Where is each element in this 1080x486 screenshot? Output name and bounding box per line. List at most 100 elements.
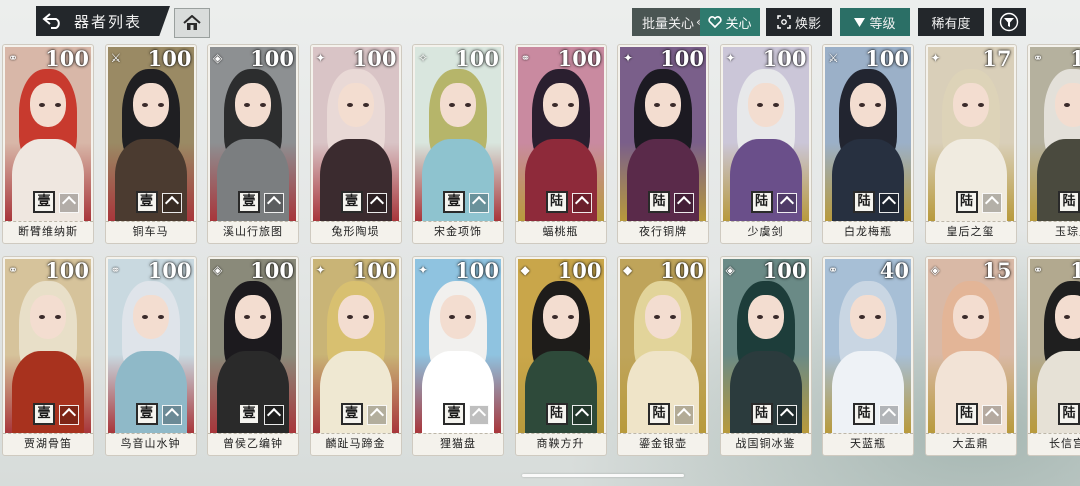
card-name: 蝠桃瓶 — [542, 225, 579, 238]
scroll-indicator[interactable] — [522, 474, 684, 477]
rarity-sort-label: 稀有度 — [931, 16, 971, 32]
portrait-eye — [756, 315, 763, 319]
care-mark-icon — [879, 405, 899, 425]
page-title: 器者列表 — [74, 12, 143, 31]
character-card[interactable]: ⚭ 100 陆玉琮王 — [1027, 44, 1080, 244]
card-name: 鸟音山水钟 — [120, 437, 181, 450]
character-card[interactable]: ⚔ 100 壹铜车马 — [104, 44, 197, 244]
character-card[interactable]: ⚭ 40 陆天蓝瓶 — [822, 256, 914, 456]
perforation-divider — [413, 433, 503, 434]
perforation-divider — [618, 221, 708, 222]
character-card[interactable]: ⚭ 100 壹贾湖骨笛 — [2, 256, 94, 456]
care-mark-icon — [469, 405, 489, 425]
character-card[interactable]: ⚔ 100 陆白龙梅瓶 — [822, 44, 914, 244]
care-mark-icon — [469, 193, 489, 213]
batch-care-label: 批量关心 — [642, 16, 695, 32]
character-card[interactable]: ⚭ 100 壹鸟音山水钟 — [104, 256, 197, 456]
element-type-icon: ✧ — [418, 51, 429, 65]
card-level: 100 — [352, 46, 397, 71]
portrait-eye — [244, 315, 250, 319]
card-name: 战国铜冰鉴 — [735, 437, 796, 450]
character-card[interactable]: ⚭ 100 陆长信宫灯 — [1027, 256, 1080, 456]
rank-badge: 陆 — [1058, 403, 1080, 425]
rarity-sort-button[interactable]: 稀有度 — [918, 8, 984, 36]
character-card[interactable]: ◆ 100 陆鎏金银壶 — [617, 256, 709, 456]
character-card[interactable]: ✦ 100 壹麟趾马蹄金 — [309, 256, 402, 456]
portrait-eye — [551, 315, 558, 319]
card-level: 100 — [250, 258, 294, 283]
care-button[interactable]: 关心 — [700, 8, 760, 36]
care-mark-icon — [161, 193, 182, 213]
card-level: 100 — [455, 258, 499, 283]
rank-badge: 壹 — [238, 403, 260, 425]
rank-badge: 陆 — [545, 191, 568, 213]
character-card[interactable]: ◆ 100 陆商鞅方升 — [514, 256, 607, 456]
character-card[interactable]: ◈ 100 壹曾侯乙编钟 — [207, 256, 299, 456]
card-level: 100 — [147, 258, 192, 283]
triangle-down-icon — [854, 17, 866, 27]
rank-badge: 壹 — [135, 191, 158, 213]
portrait-eye — [859, 315, 865, 319]
filter-button[interactable] — [992, 8, 1026, 36]
element-type-icon: ✦ — [623, 51, 634, 65]
portrait-eye — [1064, 315, 1070, 319]
portrait-eye — [465, 315, 471, 319]
portrait-eye — [875, 103, 881, 107]
portrait-eye — [654, 103, 660, 107]
portrait-eye — [260, 103, 266, 107]
portrait-eye — [567, 103, 574, 107]
portrait-eye — [157, 103, 164, 107]
skin-toggle-button[interactable]: 焕影 — [766, 8, 832, 36]
element-type-icon: ⚔ — [110, 51, 122, 65]
care-mark-icon — [571, 193, 592, 213]
element-type-icon: ⚭ — [8, 263, 19, 277]
care-mark-icon — [59, 193, 79, 213]
rank-badge: 陆 — [1058, 191, 1080, 213]
card-level: 15 — [982, 258, 1012, 283]
character-card[interactable]: ✦ 100 陆少虞剑 — [719, 44, 812, 244]
home-icon — [183, 15, 201, 30]
character-card[interactable]: ◈ 100 壹溪山行旅图 — [207, 44, 299, 244]
portrait-eye — [55, 103, 61, 107]
card-name: 断臂维纳斯 — [18, 225, 78, 238]
character-card[interactable]: ⚭ 100 陆蝠桃瓶 — [514, 44, 607, 244]
element-type-icon: ⚭ — [8, 51, 19, 65]
card-name: 溪山行旅图 — [223, 225, 283, 238]
character-card[interactable]: ✦ 100 陆夜行铜牌 — [617, 44, 709, 244]
portrait-eye — [141, 103, 148, 107]
rank-badge: 壹 — [135, 403, 158, 425]
perforation-divider — [618, 433, 708, 434]
card-level: 100 — [762, 258, 807, 283]
portrait-eye — [756, 103, 763, 107]
perforation-divider — [925, 433, 1016, 434]
care-label: 关心 — [725, 16, 752, 32]
character-card[interactable]: ◈ 100 陆战国铜冰鉴 — [719, 256, 812, 456]
level-sort-label: 等级 — [869, 16, 896, 32]
home-button[interactable] — [174, 8, 210, 38]
portrait-eye — [449, 315, 455, 319]
perforation-divider — [720, 221, 811, 222]
card-name: 宋金项饰 — [434, 225, 482, 238]
portrait-eye — [670, 103, 676, 107]
perforation-divider — [925, 221, 1016, 222]
card-name: 铜车马 — [132, 225, 169, 238]
filter-icon — [999, 12, 1019, 32]
character-card[interactable]: ⚭ 100 壹断臂维纳斯 — [2, 44, 94, 244]
portrait-eye — [859, 103, 865, 107]
character-card[interactable]: ✦ 17 陆皇后之玺 — [924, 44, 1017, 244]
level-sort-button[interactable]: 等级 — [840, 8, 910, 36]
character-card[interactable]: ◈ 15 陆大盂鼎 — [924, 256, 1017, 456]
perforation-divider — [1028, 433, 1080, 434]
perforation-divider — [720, 433, 811, 434]
portrait-eye — [346, 315, 353, 319]
rank-badge: 陆 — [955, 191, 978, 213]
character-card[interactable]: ✦ 100 壹兔形陶埙 — [309, 44, 402, 244]
back-button[interactable]: 器者列表 — [36, 6, 170, 36]
card-level: 100 — [762, 46, 807, 71]
card-name: 贾湖骨笛 — [24, 437, 72, 450]
element-type-icon: ✦ — [418, 263, 429, 277]
rank-badge: 壹 — [340, 403, 363, 425]
character-card[interactable]: ✧ 100 壹宋金项饰 — [412, 44, 504, 244]
character-card[interactable]: ✦ 100 壹狸猫盘 — [412, 256, 504, 456]
perforation-divider — [310, 433, 401, 434]
